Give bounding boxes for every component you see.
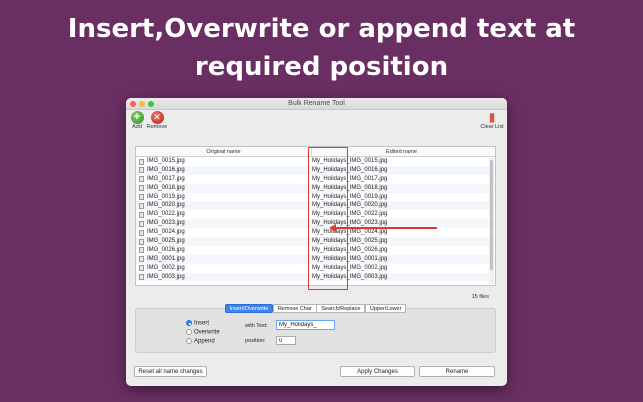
eraser-icon: ▮: [488, 110, 496, 124]
minimize-window-button[interactable]: [139, 101, 145, 107]
close-window-button[interactable]: [130, 101, 136, 107]
image-file-icon: [139, 202, 144, 209]
original-name-cell: IMG_0002.jpg: [147, 264, 185, 271]
original-name-cell: IMG_0001.jpg: [147, 255, 185, 262]
table-scrollbar[interactable]: [489, 158, 494, 284]
tab-search-replace[interactable]: Search/Replace: [316, 304, 366, 313]
file-count: 15 files: [471, 294, 489, 300]
radio-dot: [186, 329, 192, 335]
apply-changes-button[interactable]: Apply Changes: [340, 366, 415, 377]
original-name-cell: IMG_0026.jpg: [147, 246, 185, 253]
x-mark-icon: ✕: [150, 111, 164, 124]
original-name-cell: IMG_0017.jpg: [147, 175, 185, 182]
pointer-arrow: [333, 227, 437, 229]
image-file-icon: [139, 185, 144, 192]
headline: Insert,Overwrite or append text at requi…: [0, 10, 643, 86]
image-file-icon: [139, 194, 144, 201]
remove-button-label: Remove: [146, 124, 168, 130]
original-name-cell: IMG_0019.jpg: [147, 193, 185, 200]
original-name-cell: IMG_0018.jpg: [147, 184, 185, 191]
edited-prefix-highlight-box: [308, 147, 348, 290]
original-name-cell: IMG_0024.jpg: [147, 229, 185, 236]
original-name-cell: IMG_0020.jpg: [147, 202, 185, 209]
original-name-cell: IMG_0016.jpg: [147, 166, 185, 173]
options-panel: Insert Overwrite Append with Text: posit…: [135, 308, 496, 353]
add-button[interactable]: + Add: [130, 111, 144, 130]
image-file-icon: [139, 220, 144, 227]
scrollbar-thumb[interactable]: [490, 160, 493, 270]
overwrite-radio[interactable]: Overwrite: [186, 329, 220, 336]
title-bar: Bulk Rename Tool: [126, 98, 507, 110]
image-file-icon: [139, 238, 144, 245]
image-file-icon: [139, 158, 144, 165]
clear-list-button-label: Clear List: [480, 124, 504, 130]
original-name-cell: IMG_0023.jpg: [147, 220, 185, 227]
with-text-label: with Text:: [245, 323, 268, 329]
image-file-icon: [139, 167, 144, 174]
add-button-label: Add: [132, 124, 142, 130]
reset-changes-button[interactable]: Reset all name changes: [134, 366, 207, 377]
position-label: position:: [245, 338, 266, 344]
column-header-original[interactable]: Original name: [136, 147, 311, 157]
radio-dot: [186, 320, 192, 326]
headline-line-2: required position: [194, 52, 449, 82]
image-file-icon: [139, 256, 144, 263]
rename-button[interactable]: Rename: [419, 366, 495, 377]
overwrite-radio-label: Overwrite: [194, 329, 220, 336]
window-title: Bulk Rename Tool: [288, 100, 345, 107]
mode-tabs: Insert/Overwrite Remove Char Search/Repl…: [224, 304, 407, 313]
append-radio[interactable]: Append: [186, 338, 215, 345]
plus-icon: +: [130, 111, 144, 124]
image-file-icon: [139, 229, 144, 236]
tab-remove-char[interactable]: Remove Char: [272, 304, 317, 313]
insert-radio-label: Insert: [194, 320, 210, 327]
original-name-cell: IMG_0022.jpg: [147, 211, 185, 218]
image-file-icon: [139, 265, 144, 272]
image-file-icon: [139, 247, 144, 254]
image-file-icon: [139, 211, 144, 218]
original-name-cell: IMG_0015.jpg: [147, 158, 185, 164]
tab-insert-overwrite[interactable]: Insert/Overwrite: [224, 304, 274, 313]
position-input[interactable]: [276, 336, 296, 345]
original-name-cell: IMG_0025.jpg: [147, 238, 185, 245]
with-text-input[interactable]: [276, 320, 335, 330]
append-radio-label: Append: [194, 338, 215, 345]
zoom-window-button[interactable]: [148, 101, 154, 107]
insert-radio[interactable]: Insert: [186, 320, 209, 327]
headline-line-1: Insert,Overwrite or append text at: [67, 14, 576, 44]
toolbar: + Add ✕ Remove ▮ Clear List: [126, 110, 507, 132]
original-name-cell: IMG_0003.jpg: [147, 273, 185, 280]
radio-dot: [186, 338, 192, 344]
clear-list-button[interactable]: ▮ Clear List: [479, 110, 505, 131]
tab-upper-lower[interactable]: Upper/Lower: [364, 304, 407, 313]
image-file-icon: [139, 274, 144, 281]
remove-button[interactable]: ✕ Remove: [146, 111, 168, 130]
image-file-icon: [139, 176, 144, 183]
